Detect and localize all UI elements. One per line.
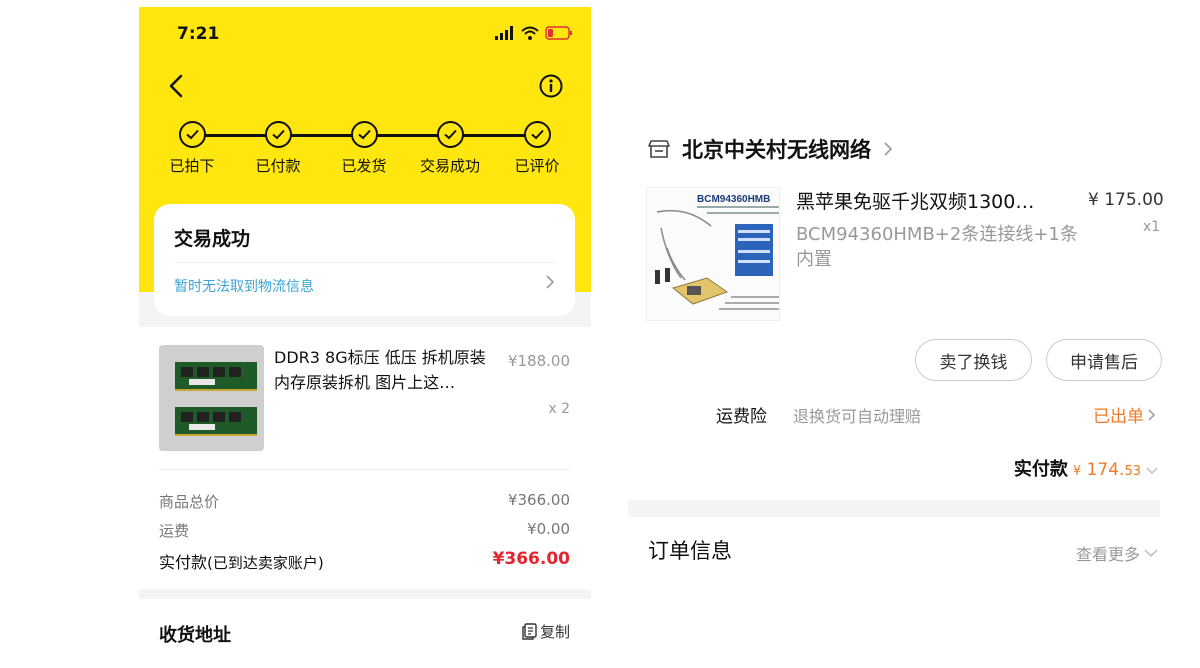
paid-label: 实付款 bbox=[1013, 459, 1068, 480]
product-price: ¥188.00 bbox=[507, 352, 570, 370]
subtotal-row: 商品总价 ¥366.00 bbox=[159, 491, 570, 512]
step-label: 已发货 bbox=[341, 157, 387, 175]
insurance-status-text: 已出单 bbox=[1093, 407, 1144, 427]
address-title: 收货地址 bbox=[159, 625, 231, 646]
goods-card: DDR3 8G标压 低压 拆机原装内存原装拆机 图片上这… ¥188.00 x … bbox=[139, 327, 591, 589]
order-progress: 已拍下 已付款 已发货 交易成功 已评价 bbox=[139, 121, 591, 181]
total-label: 实付款 bbox=[159, 553, 208, 572]
step-label: 已拍下 bbox=[169, 157, 215, 175]
step-reviewed: 已评价 bbox=[497, 121, 577, 176]
logistics-link[interactable]: 暂时无法取到物流信息 bbox=[174, 276, 314, 296]
total-value: ¥366.00 bbox=[492, 549, 570, 569]
info-icon[interactable] bbox=[539, 74, 563, 98]
address-card: 收货地址 复制 bbox=[139, 599, 591, 668]
check-icon bbox=[264, 121, 292, 148]
status-time: 7:21 bbox=[177, 24, 220, 44]
step-label: 已评价 bbox=[514, 157, 560, 175]
chevron-down-icon bbox=[1146, 467, 1158, 474]
chevron-right-icon[interactable] bbox=[545, 274, 555, 290]
wifi-icon bbox=[521, 26, 539, 40]
step-paid: 已付款 bbox=[238, 121, 318, 176]
insurance-status: 已出单 bbox=[1093, 402, 1156, 427]
section-divider bbox=[628, 500, 1160, 517]
product-spec: BCM94360HMB+2条连接线+1条内置 bbox=[796, 224, 1078, 270]
sell-button[interactable]: 卖了换钱 bbox=[915, 339, 1032, 381]
shipping-value: ¥0.00 bbox=[527, 520, 570, 538]
total-hint: (已到达卖家账户) bbox=[207, 554, 324, 572]
product-image-text: BCM94360HMB bbox=[697, 194, 770, 205]
step-completed: 交易成功 bbox=[410, 121, 490, 176]
view-more-button[interactable]: 查看更多 bbox=[1076, 541, 1158, 565]
chevron-down-icon bbox=[1144, 548, 1158, 557]
after-sale-button[interactable]: 申请售后 bbox=[1046, 339, 1162, 381]
insurance-label: 运费险 bbox=[716, 407, 767, 427]
shipping-label: 运费 bbox=[159, 522, 190, 540]
divider bbox=[174, 262, 555, 263]
order-info-title: 订单信息 bbox=[648, 539, 732, 563]
product-quantity: x 2 bbox=[548, 401, 570, 417]
signal-icon bbox=[495, 26, 513, 40]
shop-name: 北京中关村无线网络 bbox=[682, 138, 871, 162]
copy-icon bbox=[522, 623, 537, 640]
check-icon bbox=[523, 121, 551, 148]
check-icon bbox=[436, 121, 464, 148]
chevron-right-icon bbox=[884, 142, 893, 156]
product-price: ¥ 175.00 bbox=[1088, 190, 1164, 210]
paid-integer: 174. bbox=[1086, 460, 1125, 480]
copy-label: 复制 bbox=[539, 623, 570, 641]
product-image[interactable] bbox=[159, 345, 264, 451]
order-info-row: 订单信息 查看更多 bbox=[628, 535, 1160, 565]
step-shipped: 已发货 bbox=[324, 121, 404, 176]
paid-row[interactable]: 实付款 ¥ 174.53 bbox=[1014, 455, 1158, 481]
subtotal-value: ¥366.00 bbox=[507, 491, 570, 509]
paid-currency: ¥ bbox=[1072, 464, 1082, 479]
order-detail-left: 7:21 已拍下 已付款 已发货 交易成功 已评价 交易成功 暂时无法取到物流信… bbox=[139, 7, 591, 668]
step-label: 已付款 bbox=[255, 157, 301, 175]
check-icon bbox=[178, 121, 206, 148]
step-label: 交易成功 bbox=[419, 157, 480, 175]
step-ordered: 已拍下 bbox=[152, 121, 232, 176]
total-row: 实付款(已到达卖家账户) ¥366.00 bbox=[159, 549, 570, 573]
shipping-insurance-row[interactable]: 运费险 退换货可自动理赔 已出单 bbox=[628, 402, 1160, 428]
insurance-desc: 退换货可自动理赔 bbox=[793, 407, 922, 426]
copy-button[interactable]: 复制 bbox=[521, 621, 570, 642]
order-detail-right: 北京中关村无线网络 BCM94360HMB 黑苹果免驱千兆双频1300… BCM… bbox=[628, 0, 1164, 668]
total-label-group: 实付款(已到达卖家账户) bbox=[159, 549, 324, 573]
product-quantity: x1 bbox=[1143, 219, 1161, 235]
check-icon bbox=[350, 121, 378, 148]
paid-decimal: 53 bbox=[1124, 464, 1141, 479]
battery-icon bbox=[545, 26, 572, 40]
paid-value: ¥ 174.53 bbox=[1073, 460, 1141, 480]
status-title: 交易成功 bbox=[174, 228, 251, 250]
status-card: 交易成功 暂时无法取到物流信息 bbox=[154, 204, 575, 316]
product-name[interactable]: DDR3 8G标压 低压 拆机原装内存原装拆机 图片上这… bbox=[274, 345, 494, 395]
view-more-label: 查看更多 bbox=[1075, 545, 1140, 564]
shipping-row: 运费 ¥0.00 bbox=[159, 520, 570, 541]
divider bbox=[159, 469, 571, 470]
status-icons bbox=[495, 26, 573, 40]
product-title[interactable]: 黑苹果免驱千兆双频1300… bbox=[796, 187, 1066, 214]
shop-icon bbox=[648, 140, 670, 158]
subtotal-label: 商品总价 bbox=[159, 493, 220, 511]
product-image[interactable]: BCM94360HMB bbox=[646, 187, 780, 321]
back-arrow-icon[interactable] bbox=[165, 73, 189, 99]
shop-link[interactable]: 北京中关村无线网络 bbox=[648, 134, 893, 164]
chevron-right-icon bbox=[1148, 408, 1156, 421]
